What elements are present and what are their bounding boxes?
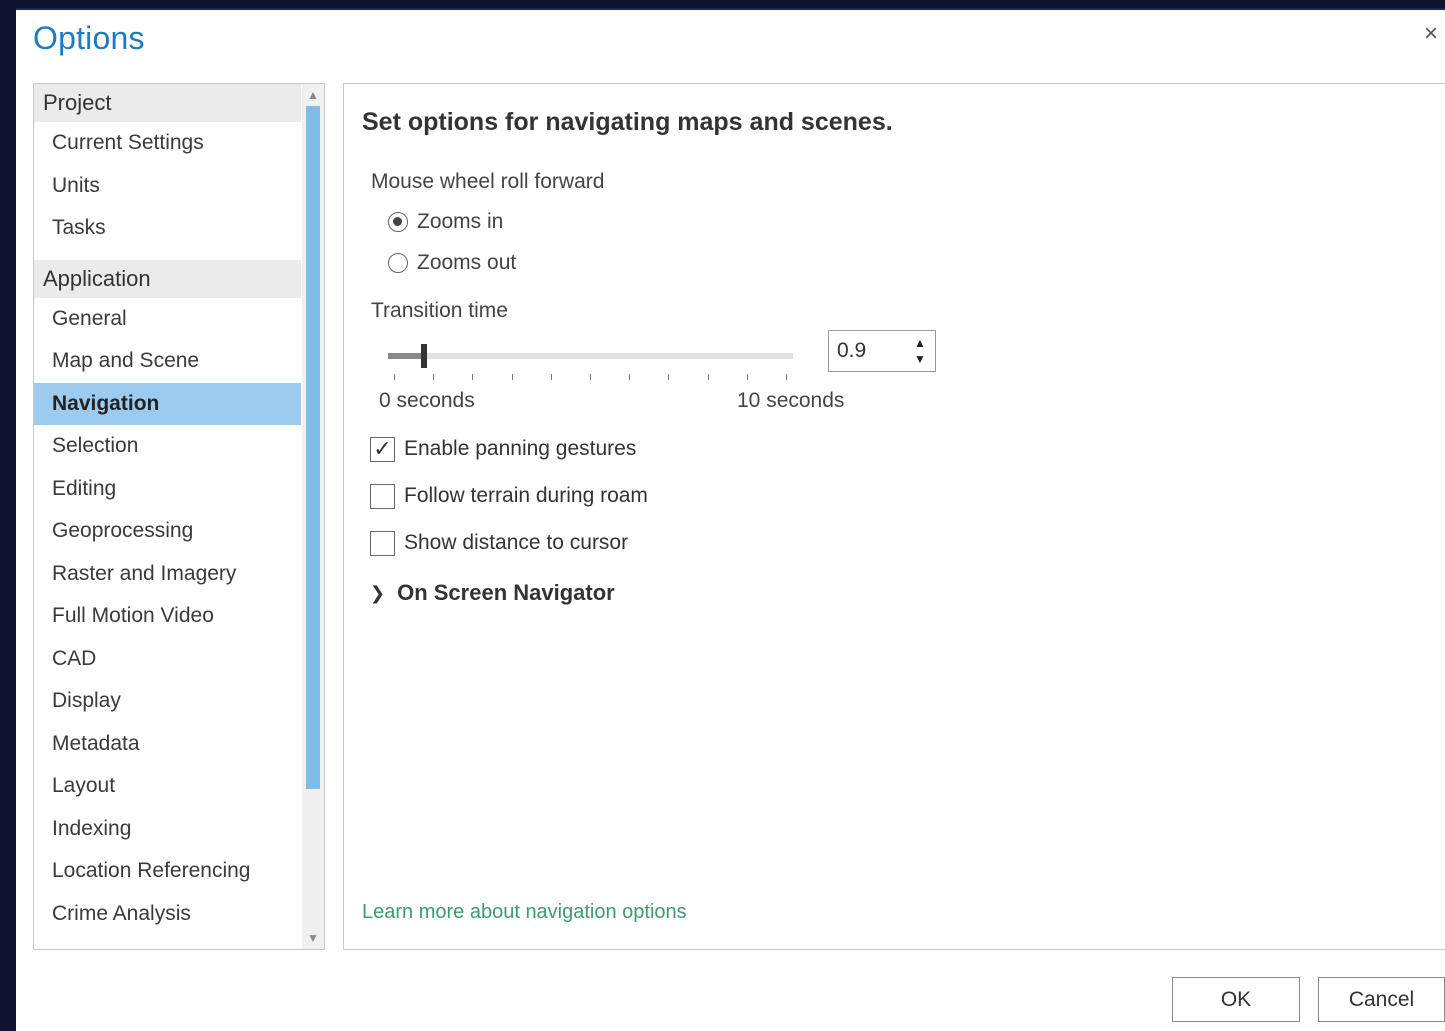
checkbox[interactable] (370, 530, 395, 556)
nav-item-tasks[interactable]: Tasks (34, 207, 301, 250)
slider-ticks (394, 374, 787, 384)
transition-time-label: Transition time (371, 299, 508, 322)
nav-scrollbar[interactable]: ▲ ▼ (302, 84, 324, 949)
expander-label: On Screen Navigator (397, 580, 615, 605)
checkbox-show-distance[interactable]: Show distance to cursor (370, 528, 628, 558)
radio-label: Zooms out (417, 251, 517, 274)
slider-tick (708, 374, 709, 380)
navigation-options-panel: Set options for navigating maps and scen… (343, 83, 1445, 950)
scroll-thumb[interactable] (306, 106, 320, 789)
radio-zooms-in[interactable]: Zooms in (388, 208, 503, 236)
nav-item-editing[interactable]: Editing (34, 468, 301, 511)
nav-item-map-and-scene[interactable]: Map and Scene (34, 340, 301, 383)
slider-tick (472, 374, 473, 380)
slider-tick (786, 374, 787, 380)
radio-label: Zooms in (417, 210, 504, 233)
nav-item-current-settings[interactable]: Current Settings (34, 122, 301, 165)
spin-up-icon[interactable]: ▲ (913, 335, 927, 351)
slider-tick (668, 374, 669, 380)
checkbox-label: Follow terrain during roam (404, 484, 648, 507)
slider-track (388, 353, 793, 359)
cancel-button[interactable]: Cancel (1318, 977, 1445, 1022)
checkbox-label: Show distance to cursor (404, 531, 629, 554)
radio-zooms-out[interactable]: Zooms out (388, 249, 516, 277)
nav-item-selection[interactable]: Selection (34, 425, 301, 468)
chevron-right-icon[interactable]: ❯ (370, 583, 385, 604)
on-screen-navigator-expander[interactable]: ❯ On Screen Navigator (370, 580, 615, 606)
mouse-wheel-label: Mouse wheel roll forward (371, 170, 605, 193)
transition-time-slider[interactable] (388, 339, 793, 379)
scroll-down-icon[interactable]: ▼ (302, 929, 324, 947)
radio-button[interactable] (388, 212, 408, 232)
help-link[interactable]: Learn more about navigation options (362, 901, 687, 924)
scroll-up-icon[interactable]: ▲ (302, 86, 324, 104)
slider-tick (629, 374, 630, 380)
nav-item-cad[interactable]: CAD (34, 638, 301, 681)
ok-button[interactable]: OK (1172, 977, 1300, 1022)
options-dialog: Options × Project Current Settings Units Ta… (16, 8, 1445, 1031)
nav-item-metadata[interactable]: Metadata (34, 723, 301, 766)
slider-tick (747, 374, 748, 380)
spinner-arrows[interactable]: ▲ ▼ (913, 335, 927, 367)
checkbox-label: Enable panning gestures (404, 437, 637, 460)
nav-item-units[interactable]: Units (34, 165, 301, 208)
nav-item-general[interactable]: General (34, 298, 301, 341)
checkbox-enable-panning[interactable]: ✓ Enable panning gestures (370, 434, 636, 464)
radio-button[interactable] (388, 253, 408, 273)
checkbox[interactable]: ✓ (370, 436, 395, 462)
nav-item-raster-and-imagery[interactable]: Raster and Imagery (34, 553, 301, 596)
nav-group-header: Project (34, 84, 301, 122)
slider-fill (388, 353, 424, 359)
slider-min-label: 0 seconds (379, 389, 475, 412)
slider-thumb[interactable] (421, 344, 427, 368)
nav-list: Project Current Settings Units Tasks Applica… (34, 84, 301, 935)
close-icon[interactable]: × (1419, 22, 1443, 46)
checkbox-follow-terrain[interactable]: Follow terrain during roam (370, 481, 648, 511)
panel-heading: Set options for navigating maps and scen… (362, 108, 893, 136)
nav-item-indexing[interactable]: Indexing (34, 808, 301, 851)
transition-time-value[interactable]: 0.9 (837, 339, 866, 363)
nav-group-header: Application (34, 259, 301, 298)
transition-time-input[interactable]: 0.9 ▲ ▼ (828, 330, 936, 372)
nav-item-full-motion-video[interactable]: Full Motion Video (34, 595, 301, 638)
spin-down-icon[interactable]: ▼ (913, 351, 927, 367)
checkbox[interactable] (370, 483, 395, 509)
slider-tick (512, 374, 513, 380)
slider-max-label: 10 seconds (737, 389, 845, 412)
nav-item-geoprocessing[interactable]: Geoprocessing (34, 510, 301, 553)
options-nav: Project Current Settings Units Tasks Applica… (33, 83, 325, 950)
slider-tick (433, 374, 434, 380)
nav-item-navigation[interactable]: Navigation (34, 382, 301, 425)
nav-item-location-referencing[interactable]: Location Referencing (34, 850, 301, 893)
dialog-title: Options (33, 20, 145, 56)
nav-item-crime-analysis[interactable]: Crime Analysis (34, 893, 301, 936)
slider-tick (394, 374, 395, 380)
nav-item-layout[interactable]: Layout (34, 765, 301, 808)
nav-item-display[interactable]: Display (34, 680, 301, 723)
slider-tick (551, 374, 552, 380)
slider-tick (590, 374, 591, 380)
